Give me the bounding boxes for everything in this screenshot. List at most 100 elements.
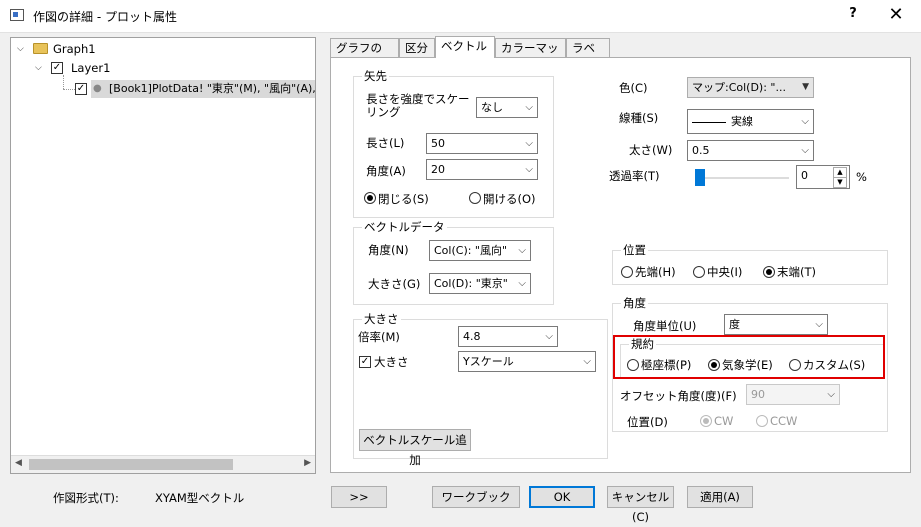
chevron-down-icon: ⌵ bbox=[801, 145, 809, 156]
chevron-down-icon[interactable]: ⌵ bbox=[35, 59, 45, 77]
layer-checkbox[interactable]: ✓ bbox=[51, 62, 63, 74]
ok-button[interactable]: OK bbox=[529, 486, 595, 508]
magnitude-data-value: Col(D): "東京" bbox=[434, 277, 508, 290]
scroll-right-icon[interactable]: ▶ bbox=[304, 458, 311, 468]
workbook-button[interactable]: ワークブック bbox=[432, 486, 520, 508]
tab-colormap[interactable]: カラーマップ bbox=[495, 38, 566, 74]
tab-group[interactable]: 区分 bbox=[399, 38, 435, 57]
plot-checkbox[interactable]: ✓ bbox=[75, 83, 87, 95]
size-select[interactable]: Yスケール ⌵ bbox=[458, 351, 596, 372]
line-type-label: 線種(S) bbox=[619, 111, 659, 125]
magnitude-data-select[interactable]: Col(D): "東京" ⌵ bbox=[429, 273, 531, 294]
transparency-value: 0 bbox=[801, 169, 808, 182]
chevron-down-icon: ⌵ bbox=[827, 389, 835, 400]
plot-icon: ● bbox=[93, 83, 102, 94]
width-select[interactable]: 0.5 ⌵ bbox=[687, 140, 814, 161]
angle-data-value: Col(C): "風向" bbox=[434, 244, 508, 257]
folder-icon bbox=[33, 43, 48, 54]
arrowhead-group: 矢先 長さを強度でスケーリング なし ⌵ 長さ(L) 50 ⌵ 角度(A) 20 ⌵ … bbox=[353, 69, 554, 218]
chevron-down-icon: ⌵ bbox=[518, 245, 526, 256]
plot-type-value: XYAM型ベクトル bbox=[155, 491, 245, 505]
width-label: 太さ(W) bbox=[629, 143, 673, 157]
tab-vector[interactable]: ベクトル bbox=[435, 36, 495, 58]
group-label: ベクトルデータ bbox=[362, 220, 447, 234]
scroll-left-icon[interactable]: ◀ bbox=[15, 458, 22, 468]
color-select[interactable]: マップ:Col(D): "... ▼ bbox=[687, 77, 814, 98]
chevron-down-icon[interactable]: ⌵ bbox=[17, 40, 27, 58]
angle-label: 角度(A) bbox=[366, 164, 406, 178]
transparency-track bbox=[701, 177, 789, 179]
chevron-down-icon: ⌵ bbox=[545, 331, 553, 342]
chevron-down-icon: ⌵ bbox=[815, 319, 823, 330]
plot-tree: ⌵ Graph1 ⌵ ✓ Layer1 ✓ ● [Book1]PlotData!… bbox=[10, 37, 316, 474]
vector-data-group: ベクトルデータ 角度(N) Col(C): "風向" ⌵ 大きさ(G) Col(D… bbox=[353, 220, 554, 305]
line-type-select[interactable]: 実線 ⌵ bbox=[687, 109, 814, 134]
position-head-radio[interactable] bbox=[621, 266, 633, 278]
tree-label-layer: Layer1 bbox=[71, 61, 111, 75]
toggle-tree-button[interactable]: >> bbox=[331, 486, 387, 508]
closed-label: 閉じる(S) bbox=[378, 192, 429, 206]
scale-select[interactable]: なし ⌵ bbox=[476, 97, 538, 118]
offset-angle-select[interactable]: 90 ⌵ bbox=[746, 384, 840, 405]
tree-item-plot[interactable]: ✓ ● [Book1]PlotData! "東京"(M), "風向"(A), bbox=[75, 80, 316, 98]
length-select[interactable]: 50 ⌵ bbox=[426, 133, 538, 154]
closed-radio[interactable] bbox=[364, 192, 376, 204]
angle-value: 20 bbox=[431, 163, 445, 176]
length-value: 50 bbox=[431, 137, 445, 150]
transparency-spinner[interactable]: 0 ▲ ▼ bbox=[796, 165, 850, 189]
direction-label: 位置(D) bbox=[627, 415, 668, 429]
tab-graph-line[interactable]: グラフの線 bbox=[330, 38, 399, 74]
tab-label[interactable]: ラベル bbox=[566, 38, 610, 74]
angle-unit-label: 角度単位(U) bbox=[633, 319, 697, 333]
angle-data-label: 角度(N) bbox=[368, 243, 409, 257]
position-tail-label: 末端(T) bbox=[777, 265, 816, 279]
ccw-radio[interactable] bbox=[756, 415, 768, 427]
scale-label: 長さを強度でスケーリング bbox=[366, 92, 470, 119]
group-label: 位置 bbox=[621, 243, 648, 257]
tree-label-plot: [Book1]PlotData! "東京"(M), "風向"(A), bbox=[109, 82, 316, 95]
width-value: 0.5 bbox=[692, 144, 710, 157]
chevron-down-icon: ⌵ bbox=[583, 356, 591, 367]
color-label: 色(C) bbox=[619, 81, 648, 95]
open-radio[interactable] bbox=[469, 192, 481, 204]
angle-data-select[interactable]: Col(C): "風向" ⌵ bbox=[429, 240, 531, 261]
chevron-down-icon: ⌵ bbox=[518, 278, 526, 289]
open-label: 開ける(O) bbox=[483, 192, 536, 206]
angle-unit-select[interactable]: 度 ⌵ bbox=[724, 314, 828, 335]
horizontal-scrollbar[interactable]: ◀ ▶ bbox=[11, 455, 315, 473]
vector-panel: 矢先 長さを強度でスケーリング なし ⌵ 長さ(L) 50 ⌵ 角度(A) 20 ⌵ … bbox=[330, 57, 911, 473]
window-title: 作図の詳細 - プロット属性 bbox=[33, 10, 177, 24]
cw-radio[interactable] bbox=[700, 415, 712, 427]
help-button[interactable]: ? bbox=[838, 6, 868, 26]
apply-button[interactable]: 適用(A) bbox=[687, 486, 753, 508]
close-button[interactable]: ✕ bbox=[880, 4, 912, 28]
transparency-label: 透過率(T) bbox=[609, 169, 660, 183]
scale-value: なし bbox=[481, 101, 503, 114]
ratio-select[interactable]: 4.8 ⌵ bbox=[458, 326, 558, 347]
tree-connector bbox=[63, 75, 65, 89]
size-value: Yスケール bbox=[463, 355, 514, 368]
position-tail-radio[interactable] bbox=[763, 266, 775, 278]
position-center-radio[interactable] bbox=[693, 266, 705, 278]
percent-label: % bbox=[856, 170, 867, 184]
size-checkbox[interactable]: ✓ bbox=[359, 356, 371, 368]
app-icon bbox=[10, 9, 24, 21]
group-label: 大きさ bbox=[362, 312, 401, 326]
position-group: 位置 先端(H) 中央(I) 末端(T) bbox=[612, 243, 888, 285]
tree-connector bbox=[63, 89, 75, 91]
ccw-label: CCW bbox=[770, 414, 798, 428]
transparency-slider[interactable] bbox=[695, 169, 705, 186]
spin-down-icon[interactable]: ▼ bbox=[833, 177, 847, 188]
position-center-label: 中央(I) bbox=[707, 265, 743, 279]
cancel-button[interactable]: キャンセル(C) bbox=[607, 486, 674, 524]
angle-select[interactable]: 20 ⌵ bbox=[426, 159, 538, 180]
line-sample-icon bbox=[692, 121, 726, 123]
add-vector-scale-button[interactable]: ベクトルスケール追加 bbox=[359, 429, 471, 467]
scroll-thumb[interactable] bbox=[29, 459, 233, 470]
group-label: 角度 bbox=[621, 296, 648, 310]
highlight-box bbox=[613, 335, 885, 379]
length-label: 長さ(L) bbox=[366, 136, 405, 150]
offset-angle-value: 90 bbox=[751, 388, 765, 401]
angle-unit-value: 度 bbox=[729, 318, 740, 331]
tree-label-graph: Graph1 bbox=[53, 42, 96, 56]
